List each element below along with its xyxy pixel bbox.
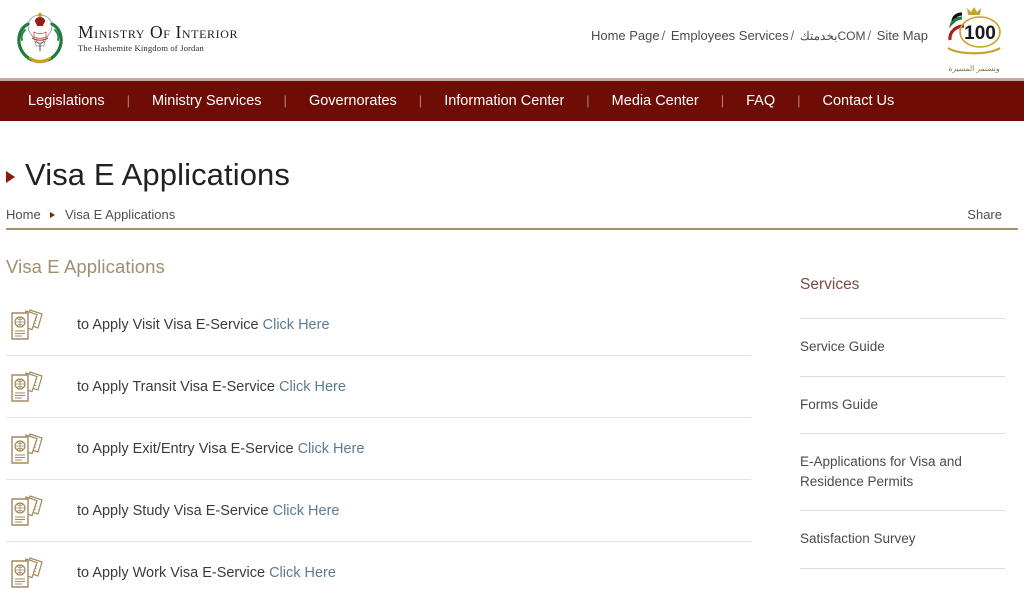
utility-link-employees-services[interactable]: Employees Services bbox=[671, 28, 789, 43]
sidebar-divider bbox=[800, 568, 1005, 569]
passport-visa-icon bbox=[6, 429, 54, 469]
list-item[interactable]: to Apply Work Visa E-Service Click Here bbox=[6, 542, 751, 604]
nav-item-faq[interactable]: FAQ bbox=[724, 81, 797, 121]
share-button[interactable]: Share bbox=[967, 207, 1018, 222]
page-title-row: Visa E Applications bbox=[0, 157, 1024, 193]
spacer bbox=[800, 414, 1008, 433]
centennial-100-icon: 100 bbox=[936, 2, 1012, 62]
utility-link-home-page[interactable]: Home Page bbox=[591, 28, 660, 43]
nav-item-media-center[interactable]: Media Center bbox=[590, 81, 721, 121]
list-item-text: to Apply Exit/Entry Visa E-Service bbox=[77, 441, 294, 457]
click-here-link[interactable]: Click Here bbox=[279, 379, 346, 395]
title-arrow-icon bbox=[6, 171, 15, 183]
crown-icon bbox=[967, 7, 981, 15]
spacer bbox=[800, 491, 1008, 510]
spacer bbox=[800, 357, 1008, 376]
utility-separator: / bbox=[867, 28, 871, 43]
list-item-label: to Apply Work Visa E-Service Click Here bbox=[54, 565, 336, 581]
page-title: Visa E Applications bbox=[25, 157, 290, 193]
sidebar-title: Services bbox=[800, 276, 1008, 294]
logo-text: Ministry of Interior The Hashemite Kingd… bbox=[78, 23, 238, 53]
utility-separator: / bbox=[791, 28, 795, 43]
breadcrumb-item-home[interactable]: Home bbox=[6, 207, 41, 222]
click-here-link[interactable]: Click Here bbox=[298, 441, 365, 457]
site-header: Ministry of Interior The Hashemite Kingd… bbox=[0, 0, 1024, 78]
utility-navigation: Home Page/ Employees Services/ بخدمتكCOM… bbox=[591, 28, 928, 43]
breadcrumb-arrow-icon bbox=[50, 212, 55, 218]
list-item[interactable]: to Apply Study Visa E-Service Click Here bbox=[6, 480, 751, 542]
passport-visa-icon bbox=[6, 491, 54, 531]
list-item-label: to Apply Exit/Entry Visa E-Service Click… bbox=[54, 441, 364, 457]
passport-visa-icon bbox=[6, 305, 54, 345]
ministry-subtitle: The Hashemite Kingdom of Jordan bbox=[78, 44, 238, 53]
click-here-link[interactable]: Click Here bbox=[269, 565, 336, 581]
utility-separator: / bbox=[662, 28, 666, 43]
list-item[interactable]: to Apply Visit Visa E-Service Click Here bbox=[6, 294, 751, 356]
list-item-label: to Apply Transit Visa E-Service Click He… bbox=[54, 379, 346, 395]
sidebar-item-service-guide[interactable]: Service Guide bbox=[800, 319, 990, 357]
main-column: Visa E Applications to Apply Visit Visa … bbox=[6, 230, 758, 604]
nav-item-governorates[interactable]: Governorates bbox=[287, 81, 419, 121]
breadcrumb-row: Home Visa E Applications Share bbox=[0, 207, 1024, 222]
list-item-text: to Apply Transit Visa E-Service bbox=[77, 379, 275, 395]
utility-link-site-map[interactable]: Site Map bbox=[877, 28, 928, 43]
centennial-logo[interactable]: 100 ونستمر المسيرة bbox=[936, 2, 1012, 76]
nav-item-contact-us[interactable]: Contact Us bbox=[801, 81, 917, 121]
section-heading: Visa E Applications bbox=[6, 256, 758, 278]
service-list: to Apply Visit Visa E-Service Click Here… bbox=[6, 294, 758, 604]
utility-link-bekhidmatkom[interactable]: بخدمتكCOM bbox=[800, 29, 866, 43]
sidebar: Services Service Guide Forms Guide E-App… bbox=[758, 230, 1008, 604]
centennial-caption: ونستمر المسيرة bbox=[936, 64, 1012, 73]
list-item-label: to Apply Study Visa E-Service Click Here bbox=[54, 503, 339, 519]
sidebar-item-forms-guide[interactable]: Forms Guide bbox=[800, 377, 990, 415]
content-area: Visa E Applications to Apply Visit Visa … bbox=[0, 230, 1024, 604]
breadcrumb: Home Visa E Applications bbox=[6, 207, 175, 222]
passport-visa-icon bbox=[6, 367, 54, 407]
breadcrumb-item-current: Visa E Applications bbox=[65, 207, 175, 222]
ministry-name: Ministry of Interior bbox=[78, 23, 238, 41]
list-item[interactable]: to Apply Exit/Entry Visa E-Service Click… bbox=[6, 418, 751, 480]
jordan-coat-of-arms-icon bbox=[10, 8, 70, 68]
click-here-link[interactable]: Click Here bbox=[273, 503, 340, 519]
nav-item-ministry-services[interactable]: Ministry Services bbox=[130, 81, 284, 121]
list-item-label: to Apply Visit Visa E-Service Click Here bbox=[54, 317, 330, 333]
list-item-text: to Apply Study Visa E-Service bbox=[77, 503, 269, 519]
click-here-link[interactable]: Click Here bbox=[263, 317, 330, 333]
nav-item-information-center[interactable]: Information Center bbox=[422, 81, 586, 121]
main-navigation: Legislations | Ministry Services | Gover… bbox=[0, 81, 1024, 121]
site-logo[interactable]: Ministry of Interior The Hashemite Kingd… bbox=[10, 8, 238, 68]
list-item[interactable]: to Apply Transit Visa E-Service Click He… bbox=[6, 356, 751, 418]
nav-item-legislations[interactable]: Legislations bbox=[6, 81, 127, 121]
sidebar-item-e-applications[interactable]: E-Applications for Visa and Residence Pe… bbox=[800, 434, 990, 491]
list-item-text: to Apply Visit Visa E-Service bbox=[77, 317, 259, 333]
svg-text:100: 100 bbox=[964, 23, 996, 44]
passport-visa-icon bbox=[6, 553, 54, 593]
list-item-text: to Apply Work Visa E-Service bbox=[77, 565, 265, 581]
spacer bbox=[800, 549, 1008, 568]
sidebar-item-satisfaction-survey[interactable]: Satisfaction Survey bbox=[800, 511, 990, 549]
